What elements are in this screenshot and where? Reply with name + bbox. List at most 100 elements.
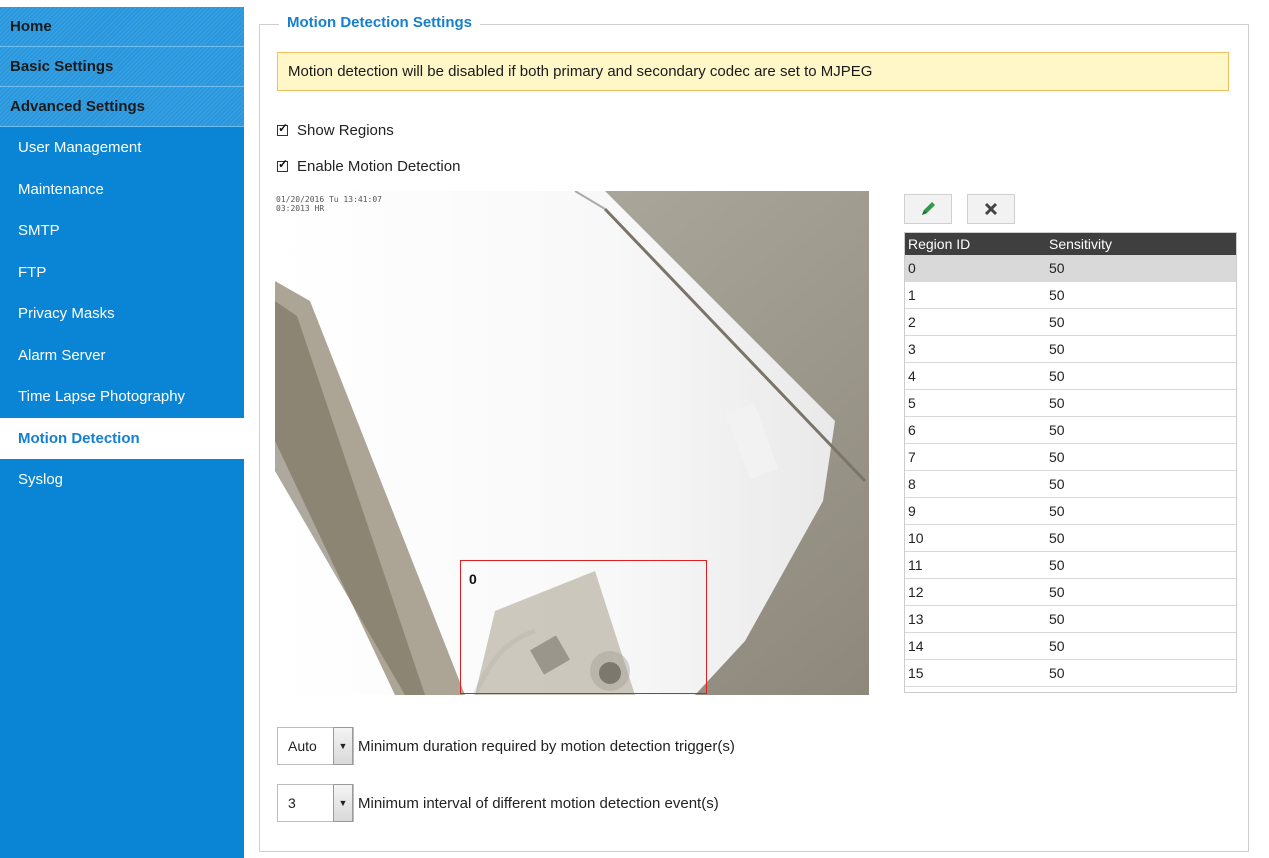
table-row[interactable]: 11 50	[904, 551, 1237, 579]
fieldset-legend: Motion Detection Settings	[279, 14, 480, 31]
column-header-sensitivity: Sensitivity	[1045, 232, 1237, 255]
region-id-cell: 10	[904, 524, 1045, 552]
region-id-cell: 8	[904, 470, 1045, 498]
sidebar-item-label: Syslog	[18, 471, 64, 489]
edit-region-button[interactable]	[904, 194, 952, 224]
show-regions-row: Show Regions	[277, 121, 394, 139]
table-row[interactable]: 4 50	[904, 362, 1237, 390]
sensitivity-cell: 50	[1045, 470, 1237, 498]
table-row[interactable]: 2 50	[904, 308, 1237, 336]
sidebar-item-ftp[interactable]: FTP	[0, 252, 244, 294]
sidebar-item-privacy-masks[interactable]: Privacy Masks	[0, 293, 244, 335]
sidebar-item-motion-detection[interactable]: Motion Detection	[0, 417, 244, 459]
enable-motion-checkbox[interactable]	[277, 157, 288, 172]
sidebar-item-smtp[interactable]: SMTP	[0, 210, 244, 252]
sidebar-section-label: Basic Settings	[10, 58, 114, 75]
region-id-cell: 0	[904, 255, 1045, 282]
region-id-cell: 13	[904, 605, 1045, 633]
sidebar-section-label: Advanced Settings	[10, 98, 146, 115]
min-interval-row: 3 ▼ Minimum interval of different motion…	[277, 784, 719, 822]
close-icon	[984, 202, 998, 216]
sensitivity-cell: 50	[1045, 255, 1237, 282]
sensitivity-cell: 50	[1045, 632, 1237, 660]
sidebar: Home Basic Settings Advanced Settings Us…	[0, 7, 244, 858]
enable-motion-row: Enable Motion Detection	[277, 157, 461, 175]
min-duration-label: Minimum duration required by motion dete…	[358, 737, 735, 755]
min-duration-row: Auto ▼ Minimum duration required by moti…	[277, 727, 735, 765]
region-id-cell: 1	[904, 281, 1045, 309]
sensitivity-cell: 50	[1045, 524, 1237, 552]
table-row[interactable]: 12 50	[904, 578, 1237, 606]
show-regions-label: Show Regions	[297, 122, 394, 139]
region-id-cell: 14	[904, 632, 1045, 660]
sensitivity-cell: 50	[1045, 443, 1237, 471]
table-row[interactable]: 7 50	[904, 443, 1237, 471]
region-id-cell: 12	[904, 578, 1045, 606]
table-header-row: Region ID Sensitivity	[904, 232, 1237, 255]
region-id-cell: 9	[904, 497, 1045, 525]
region-id-cell: 15	[904, 659, 1045, 687]
enable-motion-label: Enable Motion Detection	[297, 158, 461, 175]
region-id-cell: 5	[904, 389, 1045, 417]
sidebar-item-label: Maintenance	[18, 180, 104, 198]
sidebar-item-label: SMTP	[18, 222, 60, 240]
sensitivity-cell: 50	[1045, 416, 1237, 444]
region-id-cell: 6	[904, 416, 1045, 444]
sensitivity-cell: 50	[1045, 497, 1237, 525]
pencil-icon	[922, 202, 935, 215]
table-row[interactable]: 15 50	[904, 659, 1237, 687]
sensitivity-cell: 50	[1045, 551, 1237, 579]
sidebar-section-label: Home	[10, 18, 52, 35]
sidebar-item-label: Alarm Server	[18, 346, 106, 364]
region-table: Region ID Sensitivity 0 50 1 50 2 50 3 50 4 50 5 50…	[904, 232, 1237, 687]
osd-line-2: 03:2013 HR	[276, 204, 325, 213]
table-row[interactable]: 3 50	[904, 335, 1237, 363]
table-row[interactable]: 0 50	[904, 255, 1237, 282]
sensitivity-cell: 50	[1045, 362, 1237, 390]
sidebar-item-label: FTP	[18, 263, 47, 281]
min-duration-value: Auto	[288, 738, 317, 754]
show-regions-checkbox[interactable]	[277, 121, 288, 136]
sensitivity-cell: 50	[1045, 605, 1237, 633]
column-header-region-id: Region ID	[904, 232, 1045, 255]
camera-live-view[interactable]: 01/20/2016 Tu 13:41:07 03:2013 HR 0	[275, 191, 869, 695]
region-id-cell: 11	[904, 551, 1045, 579]
table-row[interactable]: 9 50	[904, 497, 1237, 525]
sidebar-section-basic-settings[interactable]: Basic Settings	[0, 47, 244, 87]
min-interval-value: 3	[288, 795, 296, 811]
sidebar-item-label: User Management	[18, 139, 142, 157]
sidebar-item-maintenance[interactable]: Maintenance	[0, 169, 244, 211]
min-interval-select[interactable]: 3 ▼	[277, 784, 354, 822]
sidebar-item-user-management[interactable]: User Management	[0, 127, 244, 169]
sidebar-section-advanced-settings[interactable]: Advanced Settings	[0, 87, 244, 127]
sidebar-item-label: Privacy Masks	[18, 305, 115, 323]
sidebar-section-home[interactable]: Home	[0, 7, 244, 47]
camera-osd-timestamp: 01/20/2016 Tu 13:41:07 03:2013 HR	[276, 195, 382, 213]
region-id-cell: 7	[904, 443, 1045, 471]
sensitivity-cell: 50	[1045, 659, 1237, 687]
min-duration-select[interactable]: Auto ▼	[277, 727, 354, 765]
sidebar-item-syslog[interactable]: Syslog	[0, 459, 244, 501]
region-id-cell: 2	[904, 308, 1045, 336]
sidebar-item-time-lapse-photography[interactable]: Time Lapse Photography	[0, 376, 244, 418]
chevron-down-icon[interactable]: ▼	[333, 727, 353, 765]
table-row[interactable]: 14 50	[904, 632, 1237, 660]
table-row[interactable]: 13 50	[904, 605, 1237, 633]
region-id-cell: 3	[904, 335, 1045, 363]
table-row[interactable]: 1 50	[904, 281, 1237, 309]
sensitivity-cell: 50	[1045, 281, 1237, 309]
table-row[interactable]: 8 50	[904, 470, 1237, 498]
sensitivity-cell: 50	[1045, 335, 1237, 363]
motion-region-0[interactable]: 0	[460, 560, 707, 694]
sensitivity-cell: 50	[1045, 389, 1237, 417]
codec-notice: Motion detection will be disabled if bot…	[277, 52, 1229, 91]
delete-region-button[interactable]	[967, 194, 1015, 224]
table-row[interactable]: 10 50	[904, 524, 1237, 552]
osd-line-1: 01/20/2016 Tu 13:41:07	[276, 195, 382, 204]
chevron-down-icon[interactable]: ▼	[333, 784, 353, 822]
sensitivity-cell: 50	[1045, 578, 1237, 606]
sidebar-item-label: Motion Detection	[18, 429, 140, 447]
table-row[interactable]: 5 50	[904, 389, 1237, 417]
table-row[interactable]: 6 50	[904, 416, 1237, 444]
sidebar-item-alarm-server[interactable]: Alarm Server	[0, 335, 244, 377]
